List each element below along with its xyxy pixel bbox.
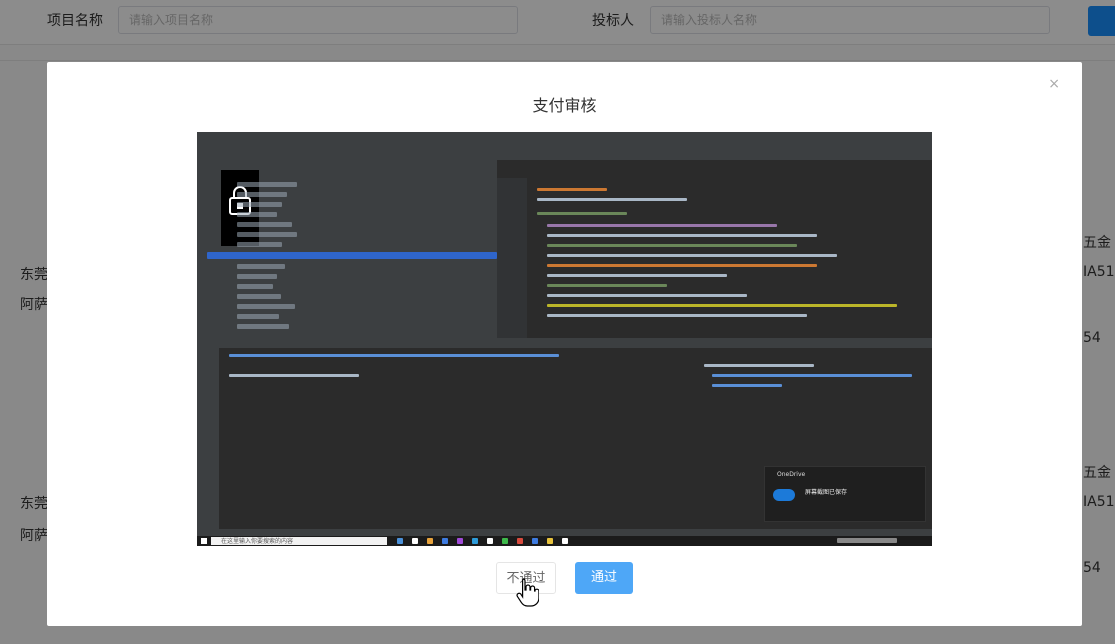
ide-statusbar	[197, 529, 932, 536]
close-icon[interactable]: ×	[1048, 76, 1060, 92]
ide-sidebar	[197, 160, 207, 536]
cloud-icon	[773, 489, 795, 501]
run-panel-header	[207, 338, 932, 348]
windows-start-icon	[201, 538, 207, 544]
taskbar-search-text: 在这里输入你要搜索的内容	[221, 538, 294, 545]
payment-review-dialog: × 支付审核 OneDrive 屏幕截图已保存 在这里输入你要搜索的内容 不通过…	[47, 62, 1082, 626]
notification-title: 屏幕截图已保存	[805, 489, 848, 496]
ide-menubar	[197, 132, 932, 142]
hand-cursor-icon	[516, 578, 539, 607]
pass-button[interactable]: 通过	[575, 562, 633, 594]
project-tree	[207, 160, 497, 338]
editor-tabs	[497, 142, 932, 160]
editor-gutter	[497, 178, 527, 338]
payment-proof-image: OneDrive 屏幕截图已保存 在这里输入你要搜索的内容	[197, 132, 932, 546]
code-editor	[497, 160, 932, 338]
run-console	[219, 348, 685, 536]
taskbar-search: 在这里输入你要搜索的内容	[211, 537, 387, 545]
run-panel-toolbar	[207, 348, 219, 536]
notification-app: OneDrive	[777, 471, 806, 478]
onedrive-notification: OneDrive 屏幕截图已保存	[764, 466, 926, 522]
dialog-title: 支付审核	[532, 96, 597, 115]
windows-taskbar: 在这里输入你要搜索的内容	[197, 536, 932, 546]
